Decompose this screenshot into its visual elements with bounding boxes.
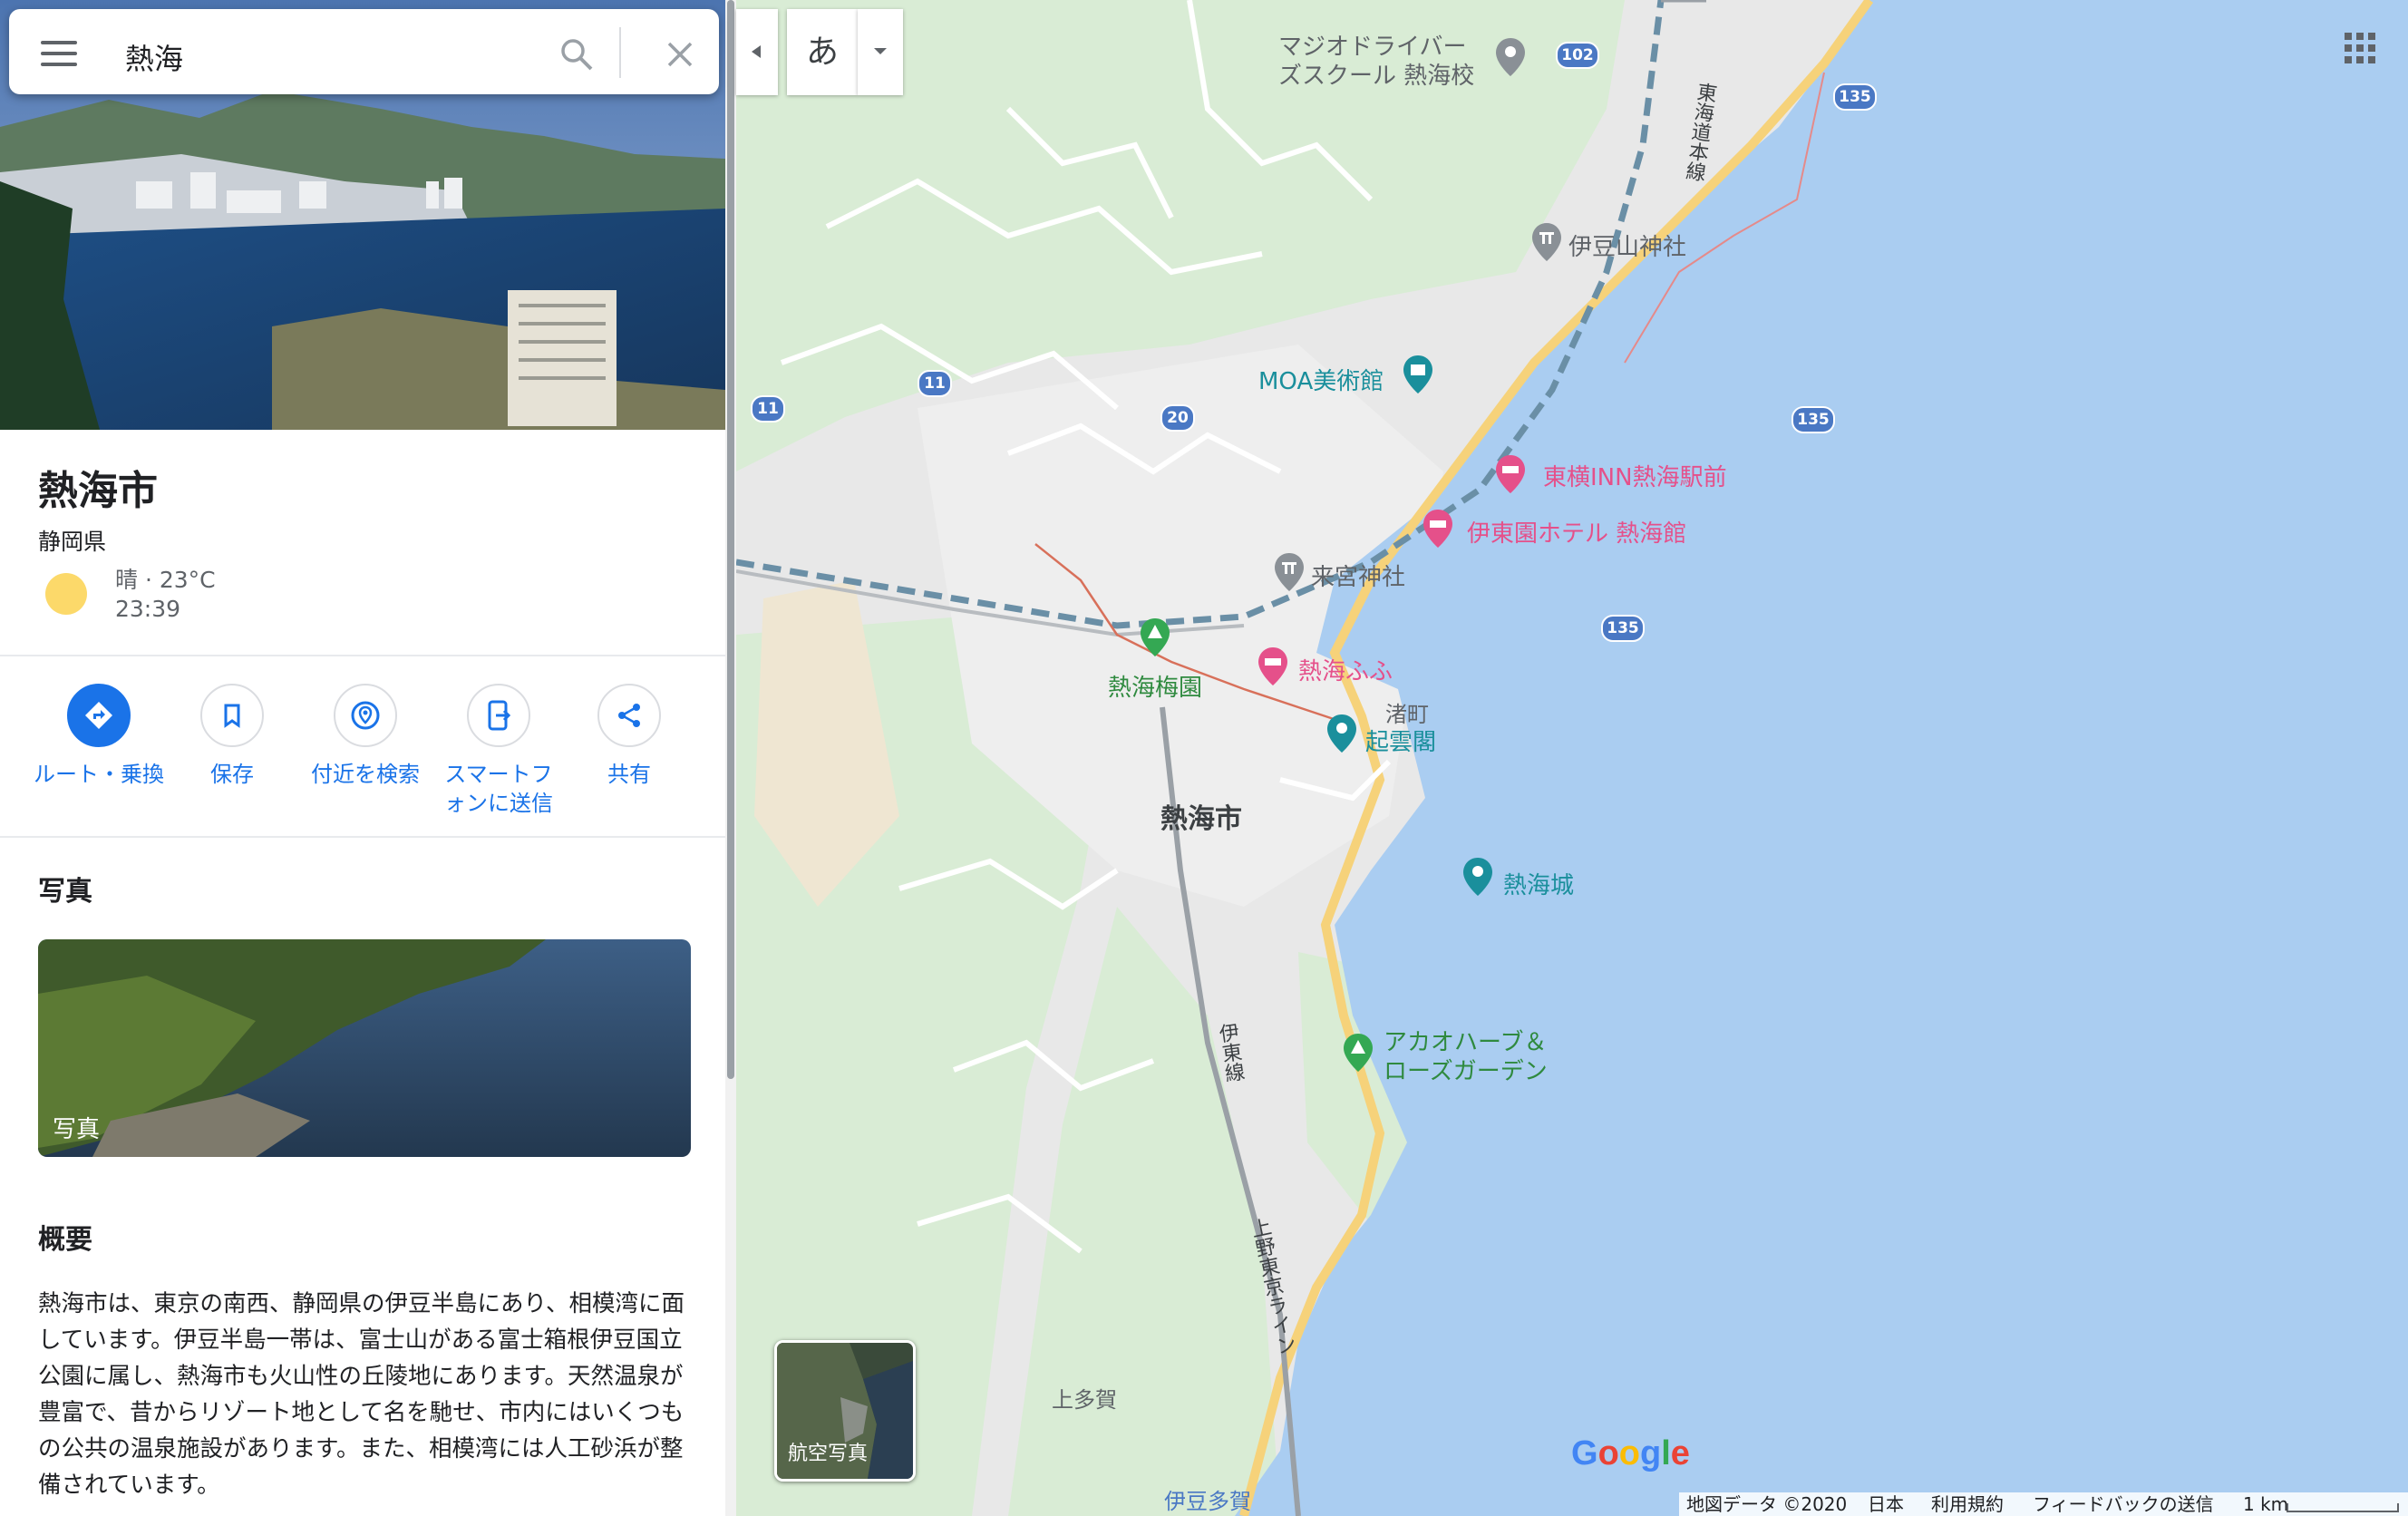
- nearby-label: 付近を検索: [311, 762, 420, 787]
- send-to-phone-label: スマートフォンに送信: [444, 762, 553, 816]
- map-footer: 地図データ ©2020 日本 利用規約 フィードバックの送信 1 km: [1679, 1492, 2408, 1516]
- landmark-pin-icon[interactable]: [1461, 856, 1494, 898]
- divider: [0, 655, 725, 656]
- terms-link[interactable]: 利用規約: [1931, 1492, 2004, 1516]
- weather-condition: 晴 · 23°C: [115, 567, 216, 593]
- weather-time: 23:39: [115, 596, 181, 622]
- scale-label[interactable]: 1 km: [2243, 1492, 2288, 1516]
- sun-icon: [45, 573, 87, 615]
- route-135-shield: 135: [1833, 83, 1877, 111]
- poi-label-izusan[interactable]: 伊豆山神社: [1568, 228, 1686, 262]
- caret-left-icon: [752, 45, 761, 58]
- bookmark-icon: [224, 704, 240, 728]
- photo-tile-label: 写真: [53, 1116, 101, 1143]
- area-label-kamitaga: 上多賀: [1052, 1387, 1117, 1413]
- search-input[interactable]: 熱海: [125, 36, 183, 78]
- place-pin-icon[interactable]: [1494, 36, 1527, 78]
- apps-grid-icon[interactable]: [2345, 33, 2375, 63]
- directions-label: ルート・乗換: [34, 762, 164, 787]
- send-to-phone-icon: [488, 700, 511, 731]
- map-data-credit[interactable]: 地図データ ©2020: [1686, 1492, 1847, 1516]
- photo-thumbnail: [38, 939, 691, 1157]
- place-panel: 熱海市 静岡県 晴 · 23°C 23:39 ルート・乗換 保存 付近を検索 ス…: [0, 0, 725, 1516]
- landmark-pin-icon[interactable]: [1325, 713, 1358, 754]
- collapse-panel-button[interactable]: [736, 9, 778, 95]
- route-102-shield: 102: [1556, 42, 1599, 69]
- poi-label-itoen[interactable]: 伊東園ホテル 熱海館: [1467, 515, 1686, 549]
- feedback-link[interactable]: フィードバックの送信: [2033, 1492, 2214, 1516]
- share-label: 共有: [607, 762, 651, 787]
- poi-label-toyoko[interactable]: 東横INN熱海駅前: [1543, 459, 1727, 492]
- input-tools-button[interactable]: あ: [787, 9, 858, 95]
- share-button[interactable]: 共有: [563, 684, 695, 789]
- place-region: 静岡県: [38, 529, 107, 555]
- country-label[interactable]: 日本: [1868, 1492, 1904, 1516]
- park-pin-icon[interactable]: [1139, 617, 1171, 658]
- satellite-toggle[interactable]: 航空写真: [774, 1340, 916, 1482]
- hotel-pin-icon[interactable]: [1494, 453, 1527, 495]
- poi-label-kinomiya[interactable]: 来宮神社: [1311, 559, 1405, 592]
- save-button[interactable]: 保存: [166, 684, 298, 789]
- input-tools-dropdown[interactable]: [858, 9, 903, 95]
- route-20-shield: 20: [1160, 404, 1195, 432]
- directions-icon: [85, 702, 112, 729]
- overview-text: 熱海市は、東京の南西、静岡県の伊豆半島にあり、相模湾に面しています。伊豆半島一帯…: [38, 1290, 685, 1499]
- route-135-shield: 135: [1601, 615, 1645, 642]
- poi-label-kiunkaku[interactable]: 起雲閣: [1365, 724, 1436, 757]
- search-box[interactable]: 熱海: [9, 9, 719, 94]
- poi-label-fufu[interactable]: 熱海ふふ: [1298, 653, 1393, 686]
- poi-label-majio[interactable]: マジオドライバー ズスクール 熱海校: [1278, 33, 1474, 91]
- scale-bar: [2287, 1503, 2399, 1512]
- panel-scrollbar[interactable]: [725, 0, 736, 1516]
- divider: [0, 836, 725, 838]
- poi-label-castle[interactable]: 熱海城: [1503, 867, 1574, 900]
- save-label: 保存: [210, 762, 254, 787]
- weather-info: 晴 · 23°C 23:39: [115, 566, 216, 624]
- station-label-izutaga[interactable]: 伊豆多賀: [1164, 1483, 1251, 1515]
- shrine-pin-icon[interactable]: [1273, 551, 1306, 593]
- photos-tile[interactable]: 写真: [38, 939, 691, 1157]
- search-icon[interactable]: [558, 36, 595, 73]
- share-icon: [618, 704, 640, 727]
- menu-icon[interactable]: [41, 41, 77, 66]
- museum-pin-icon[interactable]: [1402, 354, 1434, 395]
- photos-heading: 写真: [38, 876, 92, 908]
- send-to-phone-button[interactable]: スマートフォンに送信: [432, 684, 565, 818]
- place-title: 熱海市: [38, 468, 158, 514]
- google-logo: Google: [1571, 1434, 1690, 1472]
- hotel-pin-icon[interactable]: [1257, 646, 1289, 687]
- park-pin-icon[interactable]: [1342, 1032, 1374, 1074]
- scrollbar-thumb[interactable]: [727, 0, 734, 1079]
- poi-label-moa[interactable]: MOA美術館: [1258, 363, 1384, 396]
- satellite-label: 航空写真: [788, 1443, 869, 1465]
- poi-label-akao[interactable]: アカオハーブ＆ ローズガーデン: [1384, 1028, 1548, 1086]
- directions-button[interactable]: ルート・乗換: [33, 684, 165, 789]
- nearby-button[interactable]: 付近を検索: [299, 684, 432, 789]
- route-135-shield: 135: [1791, 406, 1835, 433]
- hotel-pin-icon[interactable]: [1422, 508, 1454, 549]
- caret-down-icon: [874, 48, 887, 54]
- city-label: 熱海市: [1160, 803, 1242, 835]
- route-11-shield: 11: [918, 370, 952, 397]
- close-icon[interactable]: [662, 36, 698, 73]
- overview-heading: 概要: [38, 1224, 92, 1256]
- poi-label-baien[interactable]: 熱海梅園: [1108, 669, 1202, 703]
- nearby-icon: [351, 701, 380, 730]
- search-divider: [619, 27, 621, 78]
- map-canvas[interactable]: 102 135 135 135 11 11 20 マジオドライバー ズスクール …: [736, 0, 2408, 1516]
- map-base: [736, 0, 2408, 1516]
- route-11-shield: 11: [751, 395, 785, 423]
- shrine-pin-icon[interactable]: [1530, 221, 1563, 263]
